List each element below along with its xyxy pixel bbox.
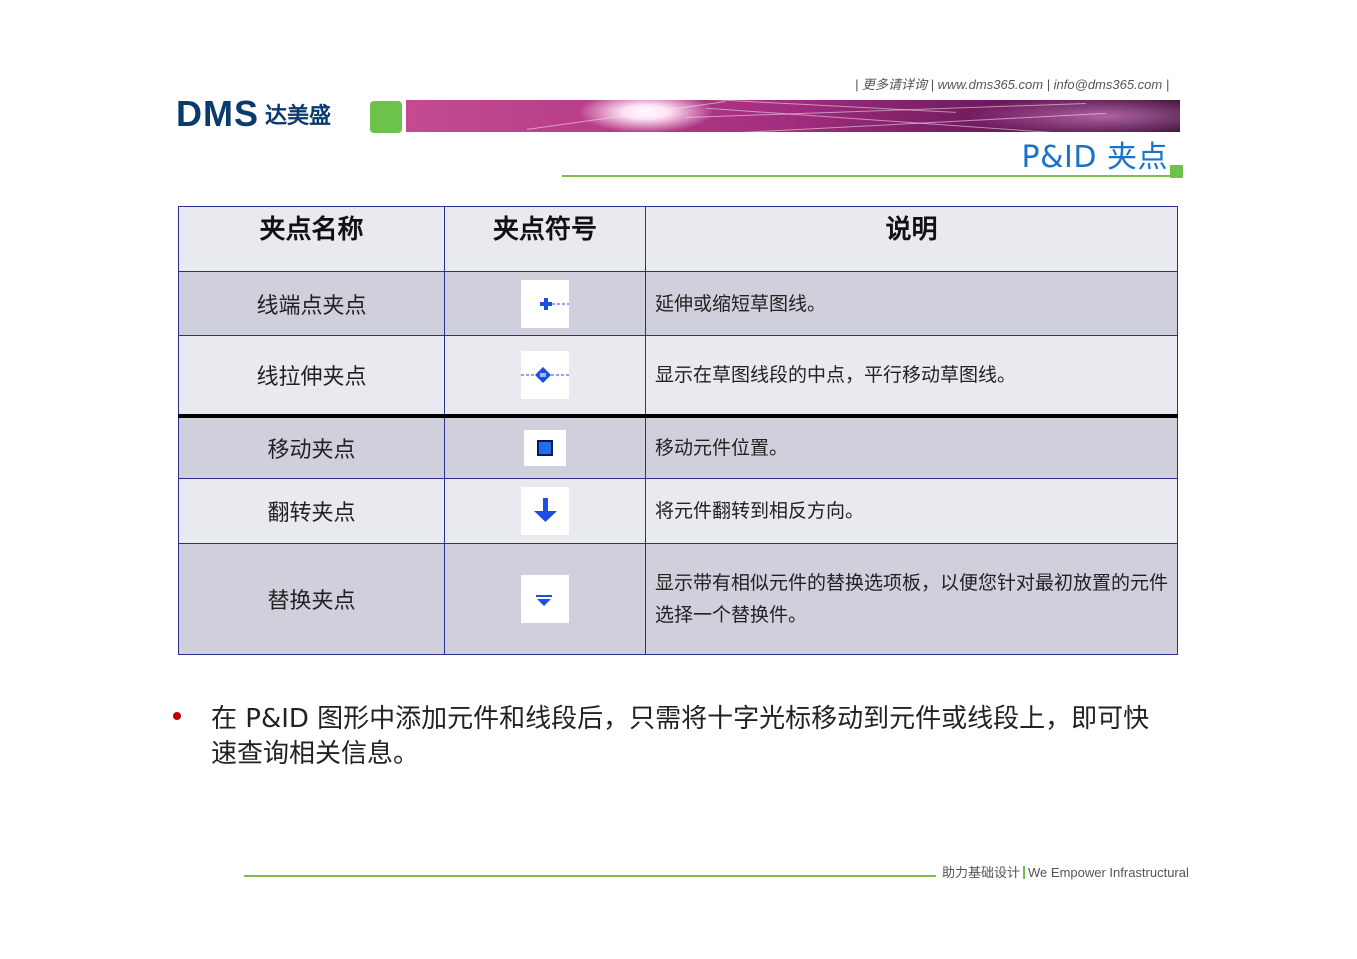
grip-table: 夹点名称 夹点符号 说明 线端点夹点 延伸或缩短草图线。 线拉伸夹点 显示在草图… (178, 206, 1178, 655)
table-row: 线端点夹点 延伸或缩短草图线。 (178, 271, 1178, 336)
logo-green-square (370, 101, 402, 133)
footer-slogan-en: We Empower Infrastructural (1028, 865, 1189, 880)
grip-name: 线拉伸夹点 (178, 335, 445, 418)
endpoint-grip-icon (521, 279, 569, 328)
grip-name: 替换夹点 (178, 543, 445, 655)
bullet-point-icon (173, 712, 181, 720)
grip-name: 翻转夹点 (178, 478, 445, 544)
grip-symbol-cell (444, 478, 646, 544)
contact-info: | 更多请详询 | www.dms365.com | info@dms365.c… (855, 77, 1170, 92)
company-logo: DMS 达美盛 (176, 93, 332, 134)
footer-line (244, 875, 936, 877)
flip-grip-icon (521, 487, 569, 535)
footer-slogan: 助力基础设计 We Empower Infrastructural (942, 862, 1189, 881)
bullet-text: 在 P&ID 图形中添加元件和线段后，只需将十字光标移动到元件或线段上，即可快速… (211, 704, 1150, 769)
table-row: 线拉伸夹点 显示在草图线段的中点，平行移动草图线。 (178, 335, 1178, 418)
grip-name: 线端点夹点 (178, 271, 445, 336)
grip-description: 移动元件位置。 (645, 415, 1178, 479)
stretch-grip-icon (521, 350, 569, 399)
title-underline (562, 175, 1174, 177)
page-title: P&ID 夹点 (1021, 140, 1168, 175)
footer-slogan-cn: 助力基础设计 (942, 865, 1021, 880)
grip-symbol-cell (444, 335, 646, 418)
header-description: 说明 (645, 206, 1178, 272)
banner-light-streaks (406, 100, 1180, 132)
grip-description: 将元件翻转到相反方向。 (645, 478, 1178, 544)
header-grip-name: 夹点名称 (178, 206, 445, 272)
title-green-square (1170, 165, 1183, 178)
grip-symbol-cell (444, 415, 646, 479)
grip-symbol-cell (444, 271, 646, 336)
grip-symbol-cell (444, 543, 646, 655)
substitute-grip-icon (521, 575, 569, 623)
header-grip-symbol: 夹点符号 (444, 206, 646, 272)
move-grip-icon (524, 429, 566, 466)
grip-name: 移动夹点 (178, 415, 445, 479)
table-row: 翻转夹点 将元件翻转到相反方向。 (178, 478, 1178, 544)
grip-description: 显示在草图线段的中点，平行移动草图线。 (645, 335, 1178, 418)
table-row: 替换夹点 显示带有相似元件的替换选项板，以便您针对最初放置的元件选择一个替换件。 (178, 543, 1178, 655)
table-header-row: 夹点名称 夹点符号 说明 (178, 206, 1178, 272)
grip-description: 延伸或缩短草图线。 (645, 271, 1178, 336)
footer-separator (1023, 866, 1026, 879)
grip-description: 显示带有相似元件的替换选项板，以便您针对最初放置的元件选择一个替换件。 (645, 543, 1178, 655)
table-row: 移动夹点 移动元件位置。 (178, 415, 1178, 479)
logo-chinese: 达美盛 (265, 104, 332, 129)
logo-latin: DMS (176, 93, 259, 134)
